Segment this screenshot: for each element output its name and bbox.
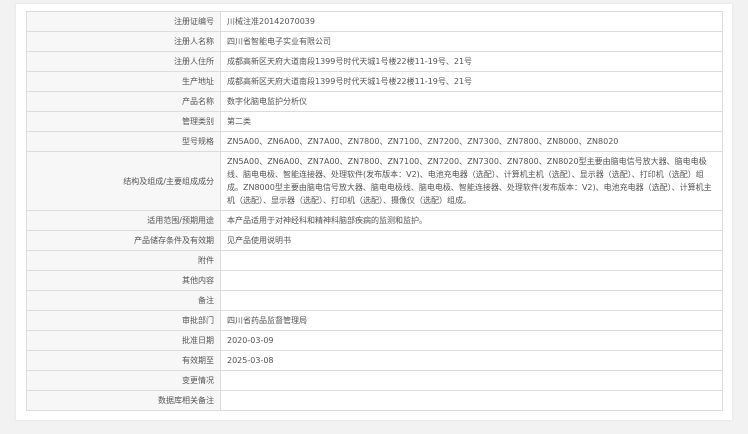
- table-row: 适用范围/预期用途 本产品适用于对神经科和精神科脑部疾病的监测和监护。: [26, 210, 723, 231]
- field-label: 其他内容: [26, 270, 221, 291]
- field-value: 见产品使用说明书: [220, 230, 723, 251]
- table-row: 注册人住所 成都高新区天府大道南段1399号时代天城1号楼22楼11-19号、2…: [26, 51, 723, 72]
- field-label: 批准日期: [26, 330, 221, 351]
- field-label: 备注: [26, 290, 221, 311]
- field-value: [220, 390, 723, 411]
- field-label: 结构及组成/主要组成成分: [26, 151, 221, 211]
- field-label: 适用范围/预期用途: [26, 210, 221, 231]
- field-label: 数据库相关备注: [26, 390, 221, 411]
- field-value: [220, 250, 723, 271]
- field-value: [220, 290, 723, 311]
- table-row: 注册证编号 川械注准20142070039: [26, 11, 723, 32]
- table-row: 有效期至 2025-03-08: [26, 350, 723, 371]
- field-value: 2025-03-08: [220, 350, 723, 371]
- table-row: 生产地址 成都高新区天府大道南段1399号时代天城1号楼22楼11-19号、21…: [26, 71, 723, 92]
- field-value: 川械注准20142070039: [220, 11, 723, 32]
- field-value: 成都高新区天府大道南段1399号时代天城1号楼22楼11-19号、21号: [220, 51, 723, 72]
- field-label: 产品名称: [26, 91, 221, 112]
- field-label: 变更情况: [26, 370, 221, 391]
- table-row: 数据库相关备注: [26, 390, 723, 411]
- field-label: 产品储存条件及有效期: [26, 230, 221, 251]
- field-value: [220, 270, 723, 291]
- table-row: 变更情况: [26, 370, 723, 391]
- detail-card: 注册证编号 川械注准20142070039 注册人名称 四川省智能电子实业有限公…: [16, 4, 732, 420]
- field-label: 附件: [26, 250, 221, 271]
- field-label: 审批部门: [26, 310, 221, 331]
- field-value: 四川省药品监督管理局: [220, 310, 723, 331]
- table-row: 备注: [26, 290, 723, 311]
- table-row: 其他内容: [26, 270, 723, 291]
- field-label: 管理类别: [26, 111, 221, 132]
- field-value: 第二类: [220, 111, 723, 132]
- table-row: 附件: [26, 250, 723, 271]
- table-row: 审批部门 四川省药品监督管理局: [26, 310, 723, 331]
- field-label: 注册人住所: [26, 51, 221, 72]
- table-row: 产品名称 数字化脑电监护分析仪: [26, 91, 723, 112]
- field-value: 四川省智能电子实业有限公司: [220, 31, 723, 52]
- table-row: 注册人名称 四川省智能电子实业有限公司: [26, 31, 723, 52]
- field-label: 型号规格: [26, 131, 221, 152]
- field-value: 成都高新区天府大道南段1399号时代天城1号楼22楼11-19号、21号: [220, 71, 723, 92]
- table-row: 产品储存条件及有效期 见产品使用说明书: [26, 230, 723, 251]
- table-row: 结构及组成/主要组成成分 ZN5A00、ZN6A00、ZN7A00、ZN7800…: [26, 151, 723, 211]
- table-row: 管理类别 第二类: [26, 111, 723, 132]
- field-value: 本产品适用于对神经科和精神科脑部疾病的监测和监护。: [220, 210, 723, 231]
- field-value: 数字化脑电监护分析仪: [220, 91, 723, 112]
- field-value: [220, 370, 723, 391]
- registration-detail-table: 注册证编号 川械注准20142070039 注册人名称 四川省智能电子实业有限公…: [26, 11, 723, 411]
- field-label: 生产地址: [26, 71, 221, 92]
- field-label: 有效期至: [26, 350, 221, 371]
- field-label: 注册证编号: [26, 11, 221, 32]
- field-label: 注册人名称: [26, 31, 221, 52]
- table-row: 批准日期 2020-03-09: [26, 330, 723, 351]
- field-value: ZN5A00、ZN6A00、ZN7A00、ZN7800、ZN7100、ZN720…: [220, 131, 723, 152]
- field-value: 2020-03-09: [220, 330, 723, 351]
- table-row: 型号规格 ZN5A00、ZN6A00、ZN7A00、ZN7800、ZN7100、…: [26, 131, 723, 152]
- field-value: ZN5A00、ZN6A00、ZN7A00、ZN7800、ZN7100、ZN720…: [220, 151, 723, 211]
